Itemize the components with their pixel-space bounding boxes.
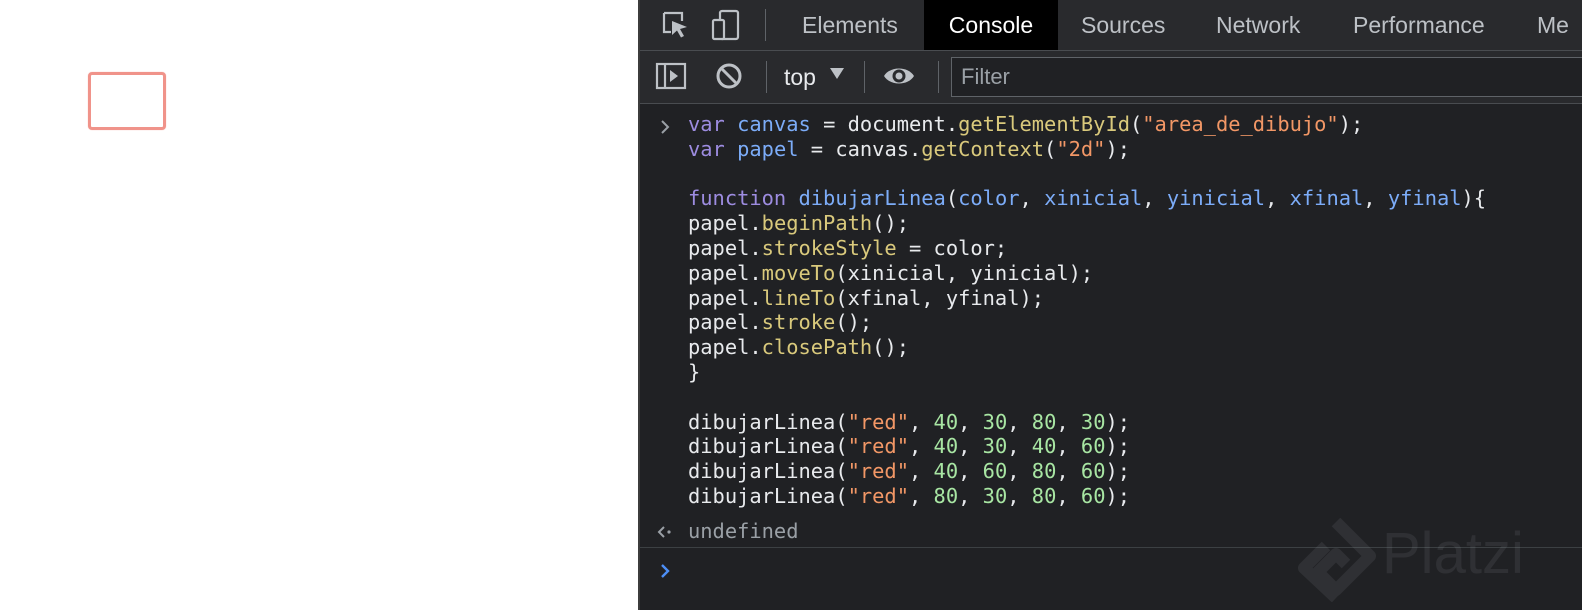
console-result-value: undefined	[688, 519, 799, 543]
toolbar-divider	[766, 61, 767, 93]
toolbar-divider	[765, 9, 766, 41]
tab-network[interactable]: Network	[1216, 0, 1300, 50]
inspect-element-icon[interactable]	[658, 8, 692, 42]
console-toolbar: top	[640, 51, 1582, 104]
devtools-tab-bar: Elements Console Sources Network Perform…	[640, 0, 1582, 51]
return-arrow-icon	[657, 525, 675, 539]
drawn-rectangle	[88, 72, 166, 130]
web-page	[0, 0, 638, 610]
toolbar-divider	[864, 61, 865, 93]
tab-elements[interactable]: Elements	[802, 0, 898, 50]
console-output: var canvas = document.getElementById("ar…	[640, 104, 1582, 610]
sidebar-toggle-icon[interactable]	[654, 59, 688, 93]
eye-icon[interactable]	[882, 59, 916, 93]
device-toggle-icon[interactable]	[710, 8, 744, 42]
dropdown-arrow-icon[interactable]	[830, 68, 844, 79]
clear-console-icon[interactable]	[712, 59, 746, 93]
console-prompt-icon[interactable]	[657, 562, 673, 578]
tab-performance[interactable]: Performance	[1353, 0, 1485, 50]
devtools-panel: Elements Console Sources Network Perform…	[638, 0, 1582, 610]
context-selector[interactable]: top	[784, 59, 816, 95]
console-result-row: undefined	[640, 515, 1582, 548]
tab-memory[interactable]: Me	[1537, 0, 1569, 50]
console-input-code: var canvas = document.getElementById("ar…	[688, 112, 1487, 508]
toolbar-divider	[938, 61, 939, 93]
tab-console[interactable]: Console	[924, 0, 1058, 50]
filter-input[interactable]	[951, 57, 1582, 97]
chevron-right-icon	[657, 119, 673, 135]
tab-sources[interactable]: Sources	[1081, 0, 1165, 50]
